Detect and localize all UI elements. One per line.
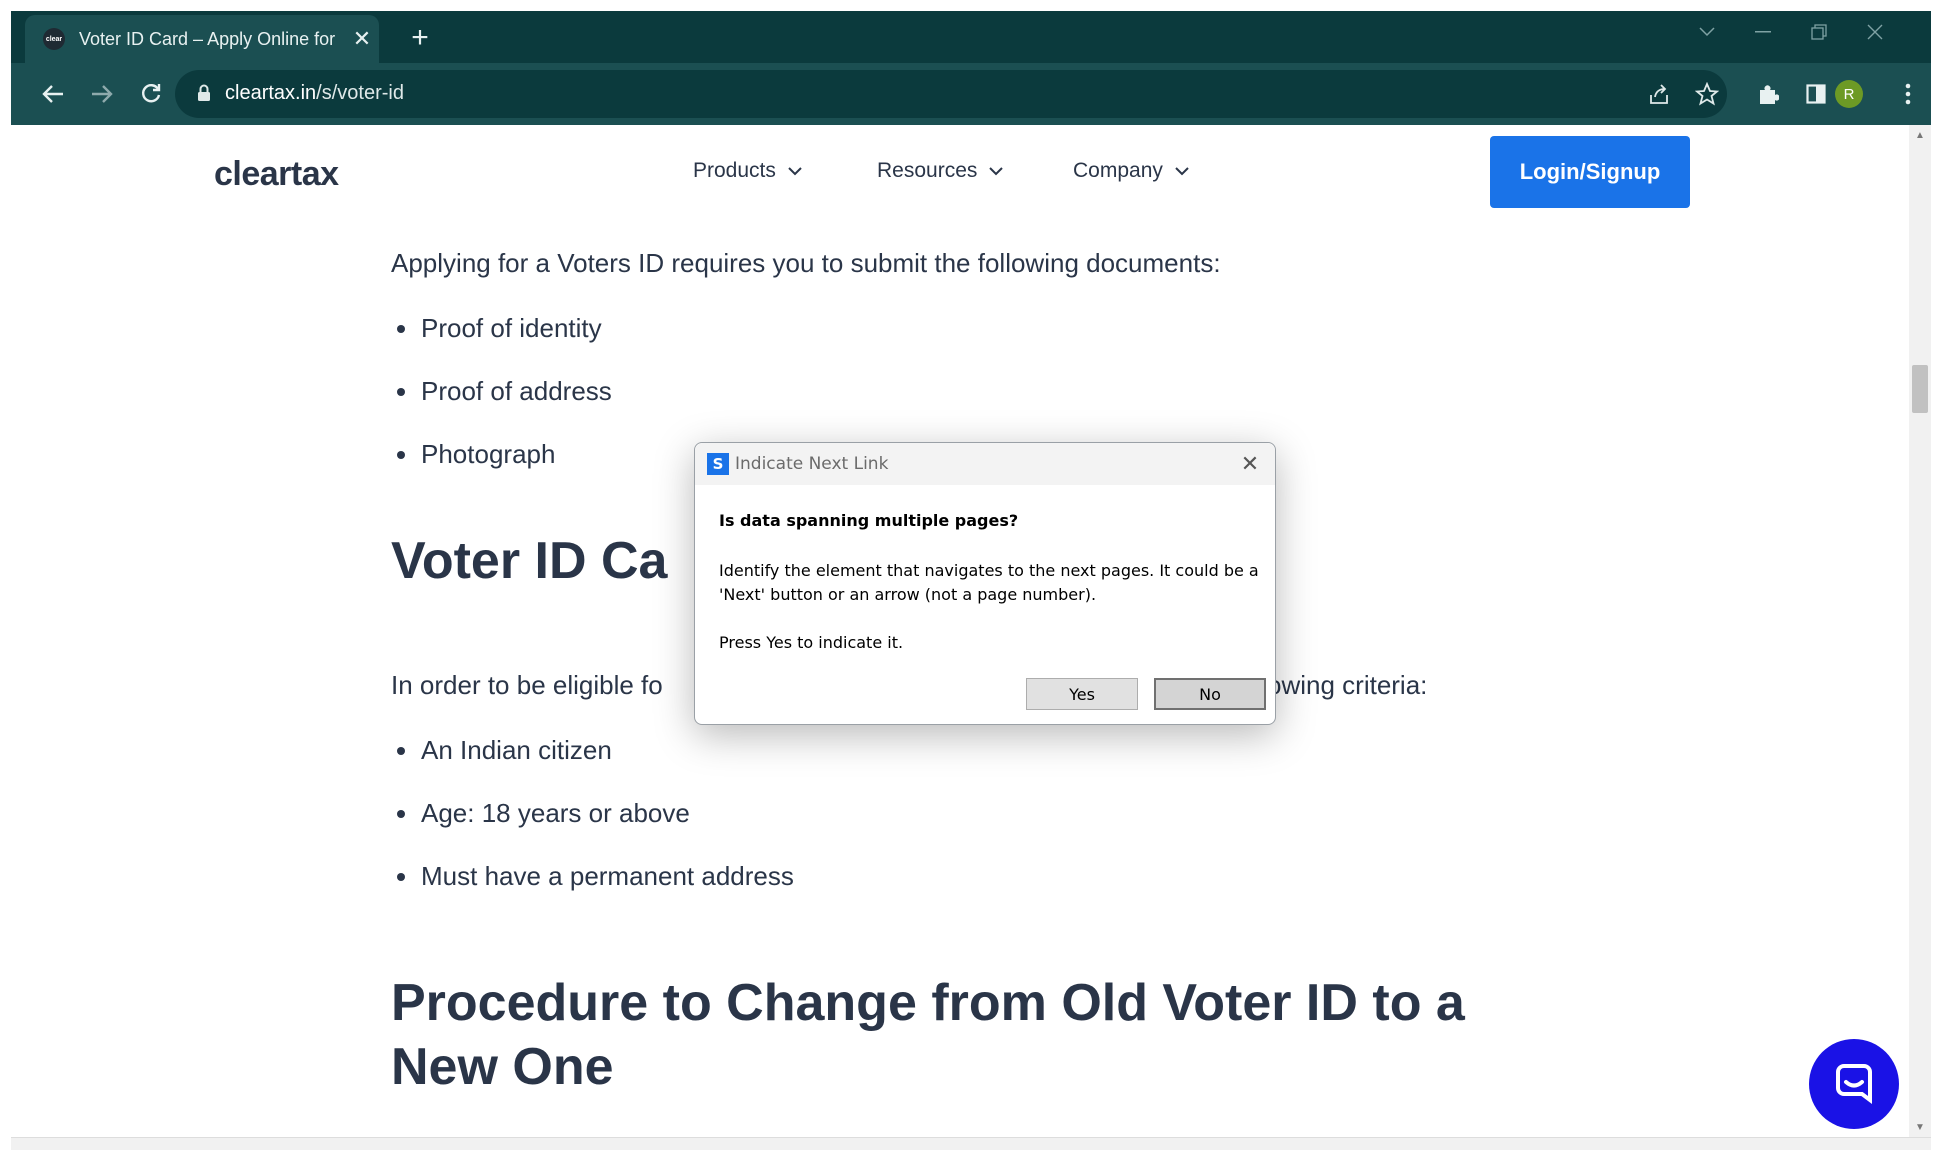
eligibility-intro-left: In order to be eligible fo [391,670,663,700]
chat-icon [1836,1064,1872,1104]
dialog-question: Is data spanning multiple pages? [719,511,1019,530]
nav-company-label: Company [1073,159,1163,182]
profile-avatar[interactable]: R [1835,80,1863,108]
dialog-title: Indicate Next Link [735,454,889,474]
list-item: Proof of identity [391,313,602,344]
chevron-down-icon [989,163,1004,179]
nav-products-label: Products [693,159,776,182]
new-tab-button[interactable]: + [401,19,439,57]
active-tab[interactable]: clear Voter ID Card – Apply Online for ✕ [25,15,379,63]
chat-widget-button[interactable] [1809,1039,1899,1129]
dialog-instruction: Press Yes to indicate it. [719,633,904,652]
app-logo-icon: S [707,453,729,475]
indicate-next-link-dialog: S Indicate Next Link ✕ Is data spanning … [694,442,1276,725]
address-bar[interactable]: cleartax.in/s/voter-id [175,70,1727,118]
list-item: Photograph [391,439,555,470]
eligibility-heading: Voter ID Ca [391,532,668,590]
forward-arrow-icon[interactable] [82,74,122,114]
url-path: /s/voter-id [316,82,404,104]
list-item-text: Photograph [421,439,556,469]
nav-resources[interactable]: Resources [877,159,1004,183]
list-item: Proof of address [391,376,612,407]
procedure-heading-line2: New One [391,1038,614,1096]
list-item-text: Proof of address [421,376,612,406]
bullet-dot [397,324,405,333]
vertical-scrollbar[interactable]: ▲ ▼ [1909,125,1931,1137]
bullet-dot [397,746,405,755]
dialog-close-icon[interactable]: ✕ [1235,449,1265,479]
nav-products[interactable]: Products [693,159,802,183]
cleartax-logo[interactable]: cleartax [214,155,339,194]
cleartax-favicon-icon: clear [43,28,65,50]
no-button[interactable]: No [1154,678,1266,710]
chevron-down-icon [1175,163,1189,179]
bullet-dot [397,387,405,396]
bookmark-star-icon[interactable] [1693,80,1721,108]
procedure-heading-line1: Procedure to Change from Old Voter ID to… [391,974,1465,1032]
extensions-puzzle-icon[interactable] [1749,75,1787,113]
tab-search-icon[interactable] [1681,17,1733,47]
chevron-down-icon [788,163,802,179]
login-signup-button[interactable]: Login/Signup [1490,136,1690,208]
eligibility-intro-right: owing criteria: [1267,670,1428,700]
restore-button[interactable] [1793,17,1845,47]
url-domain: cleartax.in [225,82,317,104]
minimize-button[interactable] [1737,17,1789,47]
yes-button[interactable]: Yes [1026,678,1138,710]
tab-close-icon[interactable]: ✕ [349,26,375,52]
list-item-text: Proof of identity [421,313,602,343]
scrollbar-thumb[interactable] [1912,365,1928,413]
list-item-text: An Indian citizen [421,735,612,765]
list-item: An Indian citizen [391,735,612,766]
window-close-button[interactable] [1849,17,1901,47]
dialog-body: Identify the element that navigates to t… [719,561,1259,604]
reload-icon[interactable] [131,74,171,114]
bullet-dot [397,809,405,818]
dialog-titlebar: S Indicate Next Link ✕ [695,443,1275,485]
back-arrow-icon[interactable] [33,74,73,114]
tab-strip: clear Voter ID Card – Apply Online for ✕… [11,11,1931,63]
bullet-dot [397,450,405,459]
list-item-text: Age: 18 years or above [421,798,690,828]
nav-company[interactable]: Company [1073,159,1189,183]
list-item: Must have a permanent address [391,861,794,892]
share-icon[interactable] [1645,80,1673,108]
nav-resources-label: Resources [877,159,978,182]
lock-icon[interactable] [197,84,211,102]
browser-window: clear Voter ID Card – Apply Online for ✕… [11,11,1931,1150]
list-item: Age: 18 years or above [391,798,690,829]
browser-toolbar: cleartax.in/s/voter-id R [11,63,1931,125]
more-menu-icon[interactable] [1889,75,1927,113]
side-panel-icon[interactable] [1797,75,1835,113]
tab-title: Voter ID Card – Apply Online for [79,28,336,49]
status-strip [11,1137,1931,1150]
url-text[interactable]: cleartax.in/s/voter-id [225,82,404,105]
scroll-down-arrow-icon[interactable]: ▼ [1909,1117,1931,1137]
documents-intro: Applying for a Voters ID requires you to… [391,248,1221,278]
bullet-dot [397,872,405,881]
scroll-up-arrow-icon[interactable]: ▲ [1909,125,1931,145]
list-item-text: Must have a permanent address [421,861,794,891]
